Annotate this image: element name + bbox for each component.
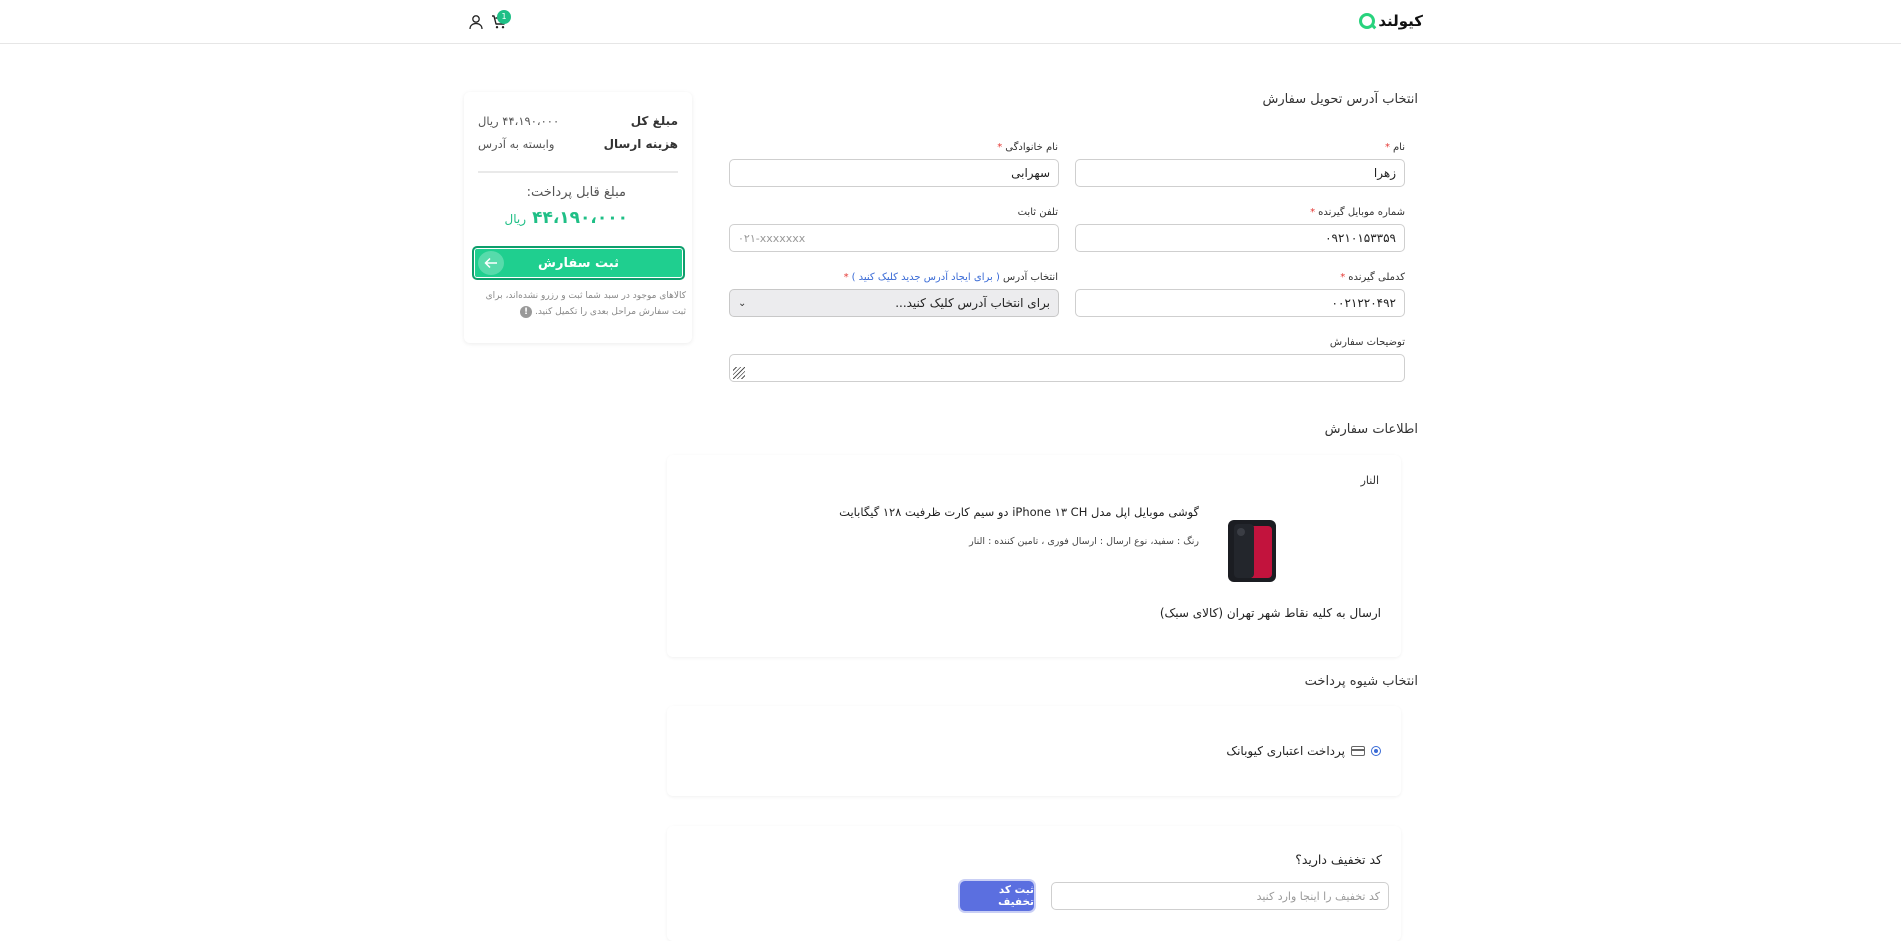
order-summary-card: مبلغ کل ۴۴،۱۹۰،۰۰۰ ریال هزینه ارسال وابس… — [464, 92, 692, 343]
order-info-title: اطلاعات سفارش — [1324, 422, 1418, 437]
national-code-label: کدملی گیرنده* — [1340, 272, 1405, 283]
payment-radio[interactable] — [1371, 746, 1381, 756]
last-name-label-text: نام خانوادگی — [1005, 142, 1058, 153]
mobile-label: شماره موبایل گیرنده* — [1310, 207, 1405, 218]
top-header: کیولند 1 — [0, 0, 1901, 44]
last-name-label: نام خانوادگی* — [997, 142, 1058, 153]
cart-count-badge: 1 — [497, 10, 511, 24]
product-image[interactable] — [1228, 520, 1276, 582]
arrow-left-icon — [478, 251, 504, 275]
payable-label: مبلغ قابل پرداخت: — [526, 185, 626, 200]
total-value: ۴۴،۱۹۰،۰۰۰ ریال — [478, 114, 560, 128]
first-name-label: نام* — [1385, 142, 1405, 153]
landline-label: تلفن ثابت — [1017, 207, 1058, 218]
national-code-label-text: کدملی گیرنده — [1348, 272, 1405, 283]
landline-input[interactable]: ۰۲۱-xxxxxxx — [729, 224, 1059, 252]
payable-value: ۴۴،۱۹۰،۰۰۰ — [532, 208, 628, 228]
shipping-note: ارسال به کلیه نقاط شهر تهران (کالای سبک) — [1159, 606, 1381, 620]
address-select[interactable]: برای انتخاب آدرس کلیک کنید... ⌄ — [729, 289, 1059, 317]
logo-text: کیولند — [1378, 12, 1423, 30]
order-info-card — [667, 455, 1401, 657]
discount-title: کد تخفیف دارید؟ — [1295, 852, 1382, 867]
reservation-note-text: کالاهای موجود در سبد شما ثبت و رزرو نشده… — [485, 291, 686, 317]
first-name-label-text: نام — [1392, 142, 1405, 153]
info-icon: ! — [520, 305, 533, 318]
required-mark: * — [1384, 142, 1390, 153]
first-name-input[interactable]: زهرا — [1075, 159, 1405, 187]
total-row: مبلغ کل ۴۴،۱۹۰،۰۰۰ ریال — [478, 112, 678, 130]
address-select-label-text: انتخاب آدرس — [1003, 272, 1058, 283]
shipping-value: وابسته به آدرس — [478, 137, 555, 151]
national-code-input[interactable]: ۰۰۲۱۲۲۰۴۹۲ — [1075, 289, 1405, 317]
site-logo[interactable]: کیولند — [1359, 10, 1423, 32]
mobile-input[interactable]: ۰۹۲۱۰۱۵۳۳۵۹ — [1075, 224, 1405, 252]
mobile-label-text: شماره موبایل گیرنده — [1318, 207, 1405, 218]
reservation-note: کالاهای موجود در سبد شما ثبت و رزرو نشده… — [472, 288, 686, 320]
required-mark: * — [843, 272, 849, 283]
address-select-value: برای انتخاب آدرس کلیک کنید... — [895, 296, 1050, 310]
last-name-input[interactable]: سهرابی — [729, 159, 1059, 187]
vendor-name: النار — [1360, 474, 1379, 487]
payable-unit: ریال — [504, 212, 527, 226]
apply-discount-button[interactable]: ثبت کد تخفیف — [960, 881, 1034, 911]
resize-handle-icon[interactable] — [733, 367, 745, 379]
payable-amount: ۴۴،۱۹۰،۰۰۰ ریال — [505, 208, 628, 228]
payment-option-label: پرداخت اعتباری کیوبانک — [1226, 744, 1345, 758]
shipping-row: هزینه ارسال وابسته به آدرس — [478, 135, 678, 153]
required-mark: * — [1340, 272, 1346, 283]
discount-placeholder: کد تخفیف را اینجا وارد کنید — [1256, 889, 1380, 903]
address-select-label: انتخاب آدرس ( برای ایجاد آدرس جدید کلیک … — [844, 272, 1058, 283]
order-notes-label: توضیحات سفارش — [1329, 337, 1405, 348]
discount-code-input[interactable]: کد تخفیف را اینجا وارد کنید — [1051, 882, 1389, 910]
credit-card-icon — [1351, 746, 1365, 756]
user-icon[interactable] — [468, 14, 484, 30]
create-address-link[interactable]: ( برای ایجاد آدرس جدید کلیک کنید ) — [852, 272, 1000, 283]
shipping-label: هزینه ارسال — [603, 137, 678, 151]
payment-option-qbank[interactable]: پرداخت اعتباری کیوبانک — [1226, 744, 1381, 758]
required-mark: * — [997, 142, 1003, 153]
logo-mark-icon — [1359, 13, 1376, 29]
submit-order-button[interactable]: ثبت سفارش — [472, 246, 685, 280]
submit-order-label: ثبت سفارش — [538, 255, 619, 271]
required-mark: * — [1310, 207, 1316, 218]
address-section-title: انتخاب آدرس تحویل سفارش — [1262, 92, 1418, 107]
chevron-down-icon: ⌄ — [738, 297, 747, 309]
landline-placeholder: ۰۲۱-xxxxxxx — [738, 231, 806, 245]
order-notes-textarea[interactable] — [729, 354, 1405, 382]
product-title[interactable]: گوشی موبایل اپل مدل iPhone ۱۳ CH دو سیم … — [839, 505, 1199, 519]
payment-title: انتخاب شیوه پرداخت — [1304, 674, 1418, 689]
summary-divider — [478, 171, 678, 173]
product-meta: رنگ : سفید، نوع ارسال : ارسال فوری ، تام… — [969, 536, 1199, 547]
total-label: مبلغ کل — [630, 114, 678, 128]
camera-icon — [1237, 528, 1245, 536]
